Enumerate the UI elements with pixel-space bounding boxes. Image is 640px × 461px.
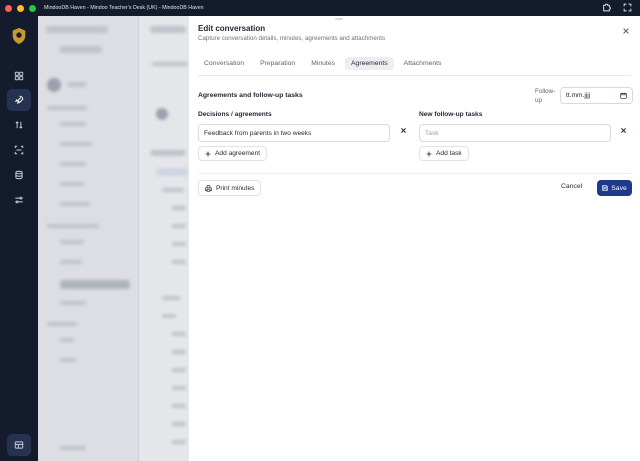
rail-item-scan[interactable] [7, 139, 31, 161]
remove-task-icon[interactable] [620, 127, 627, 134]
zoom-window-button[interactable] [29, 4, 36, 12]
title-bar: MindooDB Haven - Mindoo Teacher's Desk (… [0, 0, 640, 16]
background-app-blurred [38, 16, 189, 461]
tasks-label: New follow-up tasks [419, 111, 483, 118]
rail-item-sliders[interactable] [7, 189, 31, 211]
add-task-label: Add task [436, 150, 462, 157]
window-title: MindooDB Haven - Mindoo Teacher's Desk (… [44, 5, 204, 11]
sliders-icon [15, 196, 23, 204]
print-minutes-label: Print minutes [216, 184, 255, 192]
remove-agreement-icon[interactable] [400, 127, 407, 134]
tab-conversation[interactable]: Conversation [198, 57, 250, 70]
cancel-button[interactable]: Cancel [561, 183, 582, 190]
dialog-title: Edit conversation [198, 24, 266, 33]
add-agreement-label: Add agreement [215, 150, 261, 157]
expand-icon[interactable] [623, 3, 632, 12]
add-task-button[interactable]: Add task [419, 146, 469, 161]
agreement-input[interactable]: Feedback from parents in two weeks [198, 124, 390, 142]
tab-bar: Conversation Preparation Minutes Agreeme… [198, 57, 447, 70]
close-window-button[interactable] [5, 4, 12, 12]
add-agreement-button[interactable]: Add agreement [198, 146, 268, 161]
decisions-label: Decisions / agreements [198, 111, 272, 118]
task-input[interactable]: Task [419, 124, 611, 142]
printer-icon [205, 184, 212, 192]
puzzle-icon[interactable] [602, 3, 611, 12]
rocket-icon [14, 95, 24, 105]
dashboard-icon [14, 71, 24, 81]
left-rail [0, 16, 38, 461]
tab-preparation[interactable]: Preparation [254, 57, 301, 70]
print-minutes-button[interactable]: Print minutes [198, 180, 262, 196]
tab-minutes[interactable]: Minutes [305, 57, 341, 70]
section-title: Agreements and follow-up tasks [198, 92, 303, 99]
scan-icon [14, 145, 24, 155]
rail-item-rocket[interactable] [7, 89, 31, 111]
followup-date-placeholder: tt.mm.jjjj [566, 92, 591, 99]
dialog-subtitle: Capture conversation details, minutes, a… [198, 35, 386, 42]
rail-item-database[interactable] [7, 164, 31, 186]
background-divider [138, 16, 139, 461]
tab-attachments[interactable]: Attachments [398, 57, 448, 70]
window-controls [5, 4, 36, 12]
database-icon [15, 170, 23, 180]
rail-item-toggle-panel[interactable] [7, 434, 31, 456]
save-button[interactable]: Save [597, 180, 632, 196]
rail-item-dashboard[interactable] [7, 65, 31, 87]
panel-icon [14, 441, 24, 449]
sort-icon [15, 121, 23, 129]
followup-date-input[interactable]: tt.mm.jjjj [560, 87, 633, 104]
footer-divider [198, 173, 631, 174]
calendar-icon[interactable] [620, 92, 627, 99]
plus-icon [426, 151, 432, 156]
save-label: Save [611, 184, 627, 192]
minimize-window-button[interactable] [17, 4, 24, 12]
tab-divider [198, 75, 631, 76]
rail-item-sort[interactable] [7, 114, 31, 136]
close-icon[interactable] [622, 27, 630, 35]
followup-label: Follow-up [535, 88, 556, 104]
dialog-handle [335, 18, 343, 20]
edit-conversation-dialog: Edit conversation Capture conversation d… [189, 16, 640, 461]
tab-agreements[interactable]: Agreements [345, 57, 394, 70]
app-logo-icon [12, 27, 26, 45]
plus-icon [205, 151, 211, 156]
save-icon [602, 185, 608, 191]
